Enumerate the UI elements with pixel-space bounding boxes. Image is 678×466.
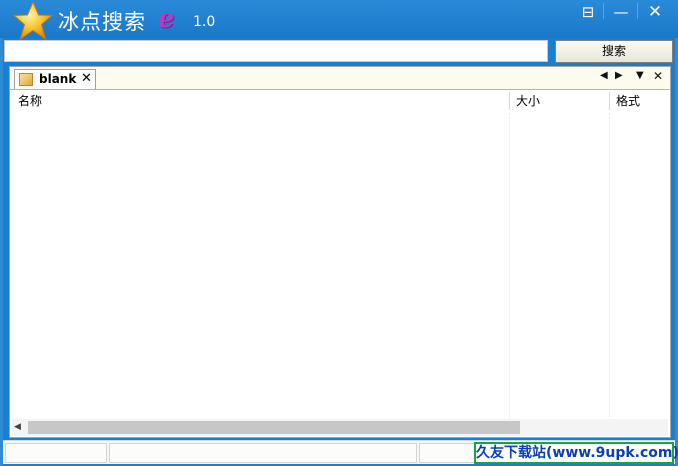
restore-icon: ⊟ [581, 3, 595, 21]
version-label: 1.0 [193, 14, 216, 30]
scrollbar-thumb[interactable] [28, 421, 520, 434]
results-panel: blank ✕ ◀ ▶ ▼ ✕ 名称 大小 格式 ◀ [9, 66, 671, 438]
column-divider[interactable] [509, 92, 510, 110]
tab-blank[interactable]: blank ✕ [14, 69, 96, 89]
document-icon [19, 73, 33, 86]
logo-icon: e [158, 4, 175, 34]
column-header-name[interactable]: 名称 [14, 90, 42, 112]
status-cell [5, 443, 107, 463]
scroll-tabs-left-icon[interactable]: ◀ [600, 70, 608, 81]
tab-menu-icon[interactable]: ▼ [636, 70, 644, 81]
horizontal-scrollbar[interactable]: ◀ [12, 419, 668, 436]
star-icon [12, 1, 54, 41]
tab-close-icon[interactable]: ✕ [81, 71, 92, 86]
minimize-icon: — [613, 3, 629, 21]
close-button[interactable]: ✕ [638, 0, 672, 24]
title-bar: 冰点搜索 e 1.0 ⊟ — ✕ [0, 0, 678, 41]
column-guide [509, 113, 510, 417]
scroll-tabs-right-icon[interactable]: ▶ [615, 70, 623, 81]
tab-strip: blank ✕ ◀ ▶ ▼ ✕ [10, 67, 670, 90]
close-tab-icon[interactable]: ✕ [653, 69, 663, 83]
column-header-format[interactable]: 格式 [612, 90, 640, 112]
tab-label: blank [39, 72, 77, 86]
status-cell [109, 443, 417, 463]
column-header-size[interactable]: 大小 [512, 90, 540, 112]
close-icon: ✕ [647, 2, 663, 22]
minimize-button[interactable]: — [604, 0, 638, 24]
window-frame-left [0, 38, 3, 466]
column-divider[interactable] [609, 92, 610, 110]
search-button[interactable]: 搜索 [555, 40, 673, 63]
restore-button[interactable]: ⊟ [571, 0, 605, 24]
watermark-label: 久友下载站(www.9upk.com) [474, 442, 678, 464]
column-guide [609, 113, 610, 417]
app-title: 冰点搜索 [58, 10, 146, 34]
scroll-left-icon[interactable]: ◀ [14, 422, 21, 432]
search-input[interactable] [4, 40, 548, 62]
